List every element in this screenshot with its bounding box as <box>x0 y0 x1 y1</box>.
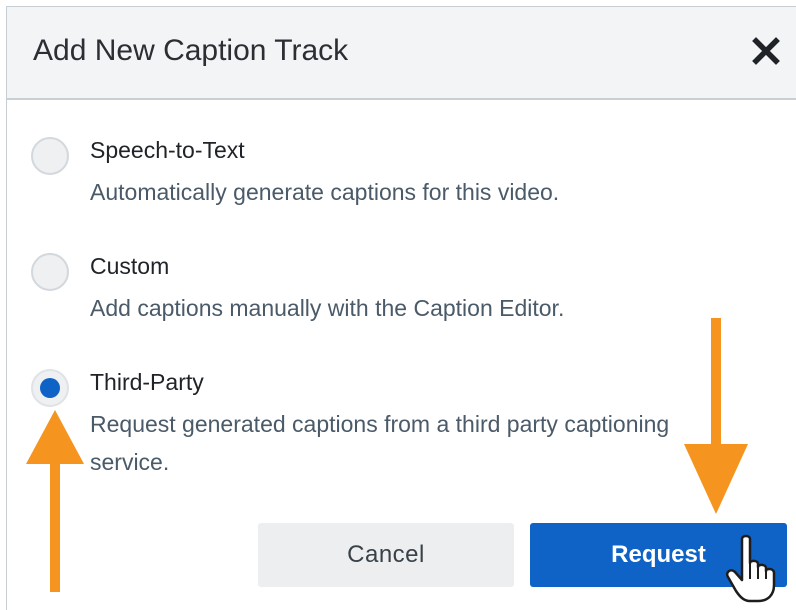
option-description: Request generated captions from a third … <box>90 411 670 475</box>
radio-third-party[interactable] <box>31 369 69 407</box>
add-caption-track-dialog: Add New Caption Track Speech-to-Text Aut… <box>6 6 796 610</box>
request-button[interactable]: Request <box>530 523 787 587</box>
option-label: Speech-to-Text <box>90 137 245 163</box>
close-button[interactable] <box>748 33 784 69</box>
dialog-title: Add New Caption Track <box>33 34 349 67</box>
option-description: Add captions manually with the Caption E… <box>90 295 565 321</box>
option-label: Third-Party <box>90 369 204 395</box>
radio-selected-dot <box>40 378 60 398</box>
dialog-header: Add New Caption Track <box>7 7 796 100</box>
cancel-button[interactable]: Cancel <box>258 523 514 587</box>
radio-speech-to-text[interactable] <box>31 137 69 175</box>
close-icon <box>752 37 780 65</box>
radio-custom[interactable] <box>31 253 69 291</box>
option-label: Custom <box>90 253 170 279</box>
option-description: Automatically generate captions for this… <box>90 179 560 205</box>
